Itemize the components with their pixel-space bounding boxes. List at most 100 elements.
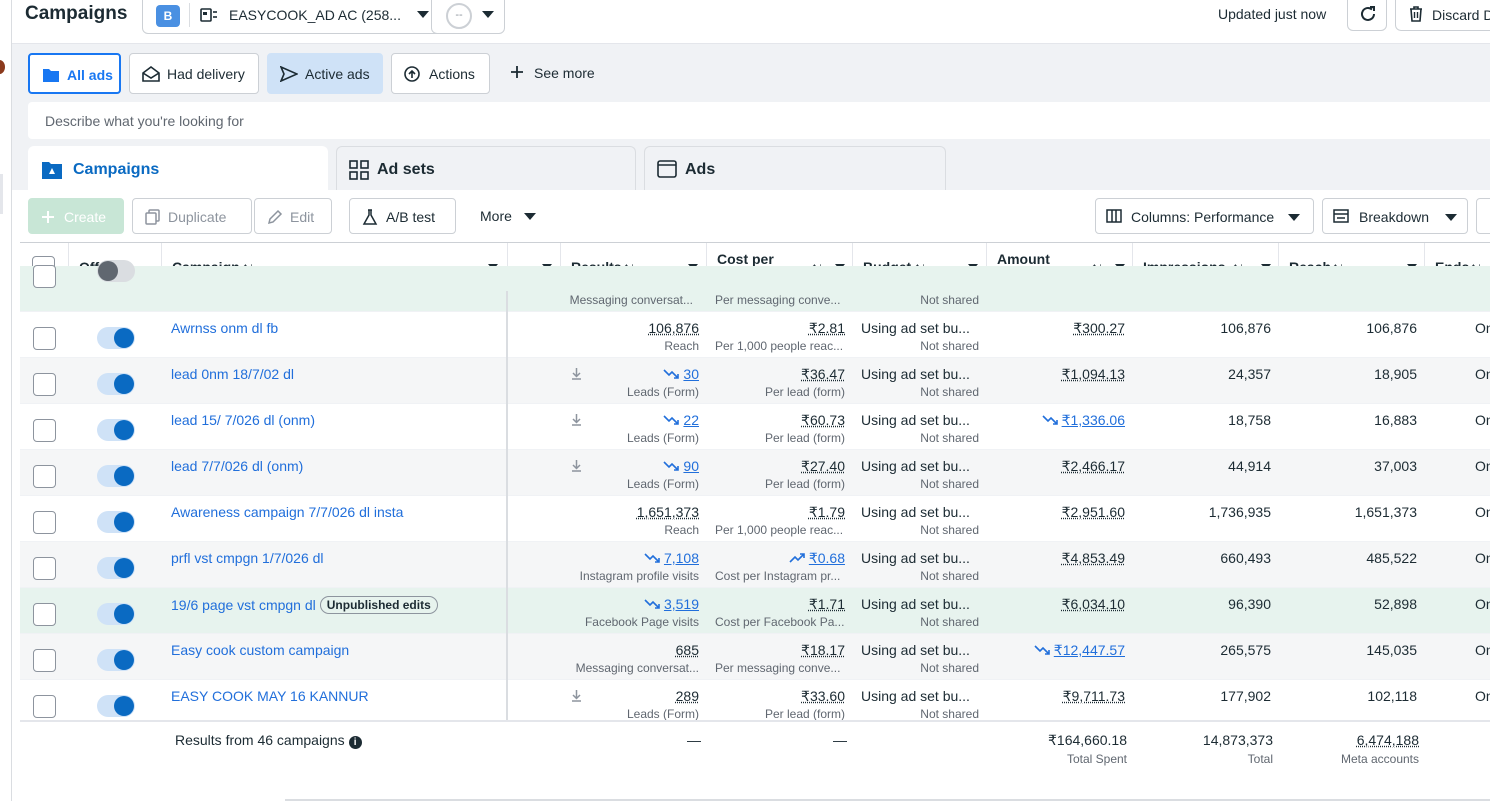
results-subtext: Reach [561,523,699,537]
duplicate-icon [145,209,161,225]
duplicate-button[interactable]: Duplicate [132,198,252,234]
amount-spent-value[interactable]: ₹1,336.06 [987,412,1125,429]
action-toolbar: Create Duplicate Edit A/B test More Colu… [12,190,1490,242]
create-button[interactable]: Create [28,198,124,234]
see-more-button[interactable]: See more [498,53,608,94]
row-toggle[interactable] [97,373,135,395]
campaign-name-link[interactable]: lead 7/7/026 dl (onm) [171,458,303,474]
toggle-knob [114,604,134,624]
chevron-down-icon [1445,214,1457,222]
impressions-value: 660,493 [1133,550,1271,566]
filter-active-ads[interactable]: Active ads [267,53,383,94]
budget-subtext: Not shared [853,661,979,675]
discard-drafts-button[interactable]: Discard D [1395,0,1490,31]
reach-value: 106,876 [1279,320,1417,336]
edit-button[interactable]: Edit [254,198,332,234]
row-checkbox[interactable] [33,419,56,442]
results-value[interactable]: 3,519 [561,596,699,612]
results-value[interactable]: 30 [561,366,699,382]
trend-down-icon [1042,412,1058,428]
tab-ad-sets[interactable]: Ad sets [336,146,636,192]
more-button[interactable]: More [468,198,538,234]
filter-actions[interactable]: Actions [391,53,490,94]
campaign-name-link[interactable]: Awrnss onm dl fb [171,320,278,336]
results-value[interactable]: 22 [561,412,699,428]
envelope-open-icon [142,66,160,82]
row-toggle[interactable] [97,557,135,579]
profile-dot[interactable] [0,60,5,74]
results-value[interactable]: 90 [561,458,699,474]
row-toggle[interactable] [97,511,135,533]
reports-button[interactable] [1476,198,1490,234]
results-subtext: Leads (Form) [561,431,699,445]
info-icon[interactable]: i [349,736,362,749]
campaign-name-link[interactable]: lead 0nm 18/7/02 dl [171,366,294,382]
toggle-knob [114,374,134,394]
summary-reach-subtext: Meta accounts [1279,752,1419,766]
reach-value: 485,522 [1279,550,1417,566]
table-row[interactable]: Awareness campaign 7/7/026 dl insta 1,651… [20,496,1490,542]
row-checkbox[interactable] [33,327,56,350]
filter-had-delivery-label: Had delivery [167,66,245,82]
row-toggle[interactable] [97,419,135,441]
cost-subtext: Per 1,000 people reac... [707,523,845,537]
ab-test-button[interactable]: A/B test [349,198,456,234]
row-checkbox[interactable] [33,373,56,396]
campaign-name-link[interactable]: lead 15/ 7/026 dl (onm) [171,412,315,428]
row-checkbox[interactable] [33,649,56,672]
row-toggle[interactable] [97,260,135,282]
refresh-button[interactable] [1347,0,1387,31]
campaign-name-link[interactable]: Easy cook custom campaign [171,642,349,658]
tab-campaigns[interactable]: Campaigns [28,146,328,192]
toggle-knob [114,466,134,486]
table-row[interactable]: lead 15/ 7/026 dl (onm) 22 Leads (Form) ₹60… [20,404,1490,450]
campaigns-table: Off... ↑↓ Campaign ↑↓ Results ↑↓ Cost pe… [20,242,1490,801]
row-toggle[interactable] [97,603,135,625]
search-input[interactable]: Describe what you're looking for [28,102,1490,139]
row-checkbox[interactable] [33,465,56,488]
row-toggle[interactable] [97,649,135,671]
campaign-name-link[interactable]: EASY COOK MAY 16 KANNUR [171,688,369,704]
campaign-selector[interactable]: -- [431,0,505,34]
create-label: Create [64,209,106,225]
tab-ads[interactable]: Ads [644,146,946,192]
table-row[interactable]: Easy cook custom campaign 685 Messaging co… [20,634,1490,680]
update-status: Updated just now [1218,6,1326,22]
table-row[interactable]: prfl vst cmpgn 1/7/026 dl 7,108 Instagram … [20,542,1490,588]
columns-button[interactable]: Columns: Performance [1095,198,1314,234]
breakdown-icon [1333,209,1349,223]
filter-had-delivery[interactable]: Had delivery [129,53,259,94]
tab-ad-sets-label: Ad sets [377,161,435,179]
row-checkbox[interactable] [33,557,56,580]
plus-icon [42,211,54,223]
cost-subtext: Per lead (form) [707,707,845,721]
trend-down-icon [644,596,660,612]
results-value[interactable]: 7,108 [561,550,699,566]
campaign-name-link[interactable]: prfl vst cmpgn 1/7/026 dl [171,550,324,566]
row-toggle[interactable] [97,327,135,349]
reach-value: 52,898 [1279,596,1417,612]
breakdown-button[interactable]: Breakdown [1322,198,1468,234]
amount-spent-value[interactable]: ₹12,447.57 [987,642,1125,659]
account-avatar: B [156,5,180,27]
table-row[interactable]: lead 0nm 18/7/02 dl 30 Leads (Form) ₹36.47 P… [20,358,1490,404]
row-checkbox[interactable] [33,511,56,534]
refresh-icon [1359,5,1377,23]
table-row[interactable]: Awrnss onm dl fb 106,876 Reach ₹2.81 Per 1,0… [20,312,1490,358]
campaign-name-link[interactable]: Awareness campaign 7/7/026 dl insta [171,504,403,520]
discard-label: Discard D [1432,7,1490,23]
table-row[interactable]: lead 7/7/026 dl (onm) 90 Leads (Form) ₹27.4… [20,450,1490,496]
row-toggle[interactable] [97,465,135,487]
row-checkbox[interactable] [33,603,56,626]
budget-subtext: Not shared [853,293,979,307]
filter-all-ads[interactable]: All ads [28,53,121,94]
row-toggle[interactable] [97,695,135,717]
table-row[interactable]: 19/6 page vst cmpgn dl Unpublished edits 3… [20,588,1490,634]
account-selector[interactable]: B EASYCOOK_AD AC (258... [142,0,443,34]
campaign-name-link[interactable]: 19/6 page vst cmpgn dl Unpublished edits [171,596,438,614]
row-checkbox[interactable] [33,695,56,718]
row-checkbox[interactable] [33,265,56,288]
table-row-partial[interactable]: Messaging conversat... Per messaging con… [20,266,1490,312]
impressions-value: 44,914 [1133,458,1271,474]
cost-value[interactable]: ₹0.68 [707,550,845,567]
